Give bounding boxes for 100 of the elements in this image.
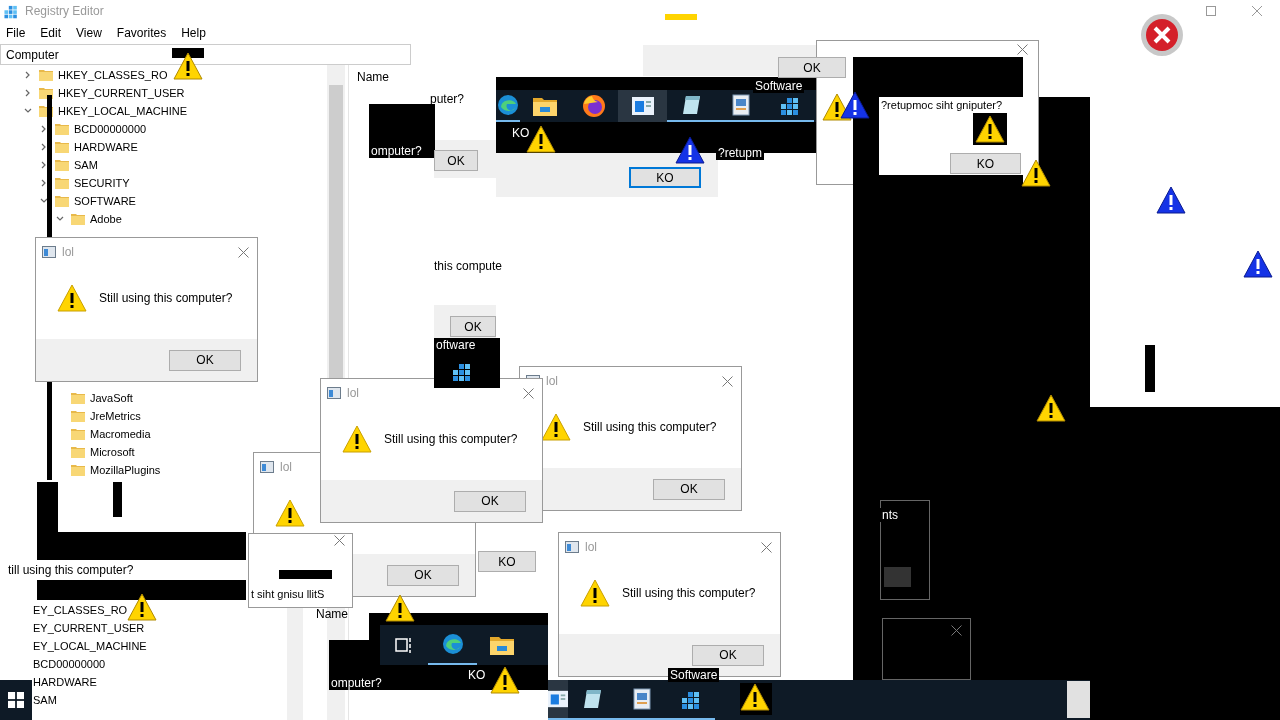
warning-icon: [580, 578, 610, 607]
chevron-right-icon[interactable]: [40, 143, 48, 151]
dialog-button[interactable]: OK: [450, 316, 496, 337]
tree-item[interactable]: Adobe: [0, 210, 122, 228]
text-fragment: till using this computer?: [8, 563, 134, 577]
warning-icon: [57, 283, 87, 312]
cubes-icon: [3, 3, 19, 19]
text-fragment: this compute: [434, 259, 503, 273]
folder-icon: [55, 177, 69, 189]
menu-item[interactable]: Help: [181, 26, 206, 40]
folder-icon: [55, 123, 69, 135]
tree-item[interactable]: BCD00000000: [33, 655, 106, 673]
close-icon[interactable]: [1017, 44, 1028, 55]
dialog-title: lol: [62, 245, 74, 259]
tree-item[interactable]: MozillaPlugins: [0, 461, 161, 479]
glitch-block: [172, 48, 204, 58]
menu-item[interactable]: File: [6, 26, 26, 40]
glitch-block: [665, 14, 697, 20]
taskbar-button[interactable]: [618, 90, 667, 122]
dialog-button[interactable]: OK: [454, 490, 526, 512]
dialog-button[interactable]: KO: [478, 551, 536, 572]
dialog-button[interactable]: OK: [653, 478, 725, 500]
folder-icon: [71, 410, 85, 422]
warning-icon: [541, 412, 571, 441]
tree-item[interactable]: JreMetrics: [0, 407, 141, 425]
dialog-message: t siht gnisu llitS: [251, 588, 325, 600]
scrollbar[interactable]: [287, 605, 303, 720]
dialog-message: ?retupmoc siht gniputer?: [881, 99, 1003, 111]
folder-icon: [55, 141, 69, 153]
chevron-right-icon[interactable]: [40, 125, 48, 133]
tree-item[interactable]: EY_LOCAL_MACHINE: [33, 637, 147, 655]
windows-logo-icon: [8, 692, 24, 708]
tree-item[interactable]: EY_CLASSES_RO: [33, 601, 128, 619]
window-icon: [548, 690, 568, 708]
close-icon[interactable]: [238, 246, 249, 258]
folder-icon: [71, 392, 85, 404]
task-view-icon: [394, 636, 414, 654]
tree-item[interactable]: EY_CURRENT_USER: [33, 619, 145, 637]
close-icon[interactable]: [523, 387, 534, 399]
tree-item[interactable]: HKEY_CLASSES_RO: [0, 66, 168, 84]
text-fragment: oftware: [434, 338, 500, 388]
folder-icon: [55, 159, 69, 171]
window-icon: [631, 97, 654, 115]
menu-item[interactable]: View: [76, 26, 102, 40]
window-title: Registry Editor: [25, 4, 104, 18]
app-window-icon: [565, 541, 579, 553]
menu-item[interactable]: Edit: [40, 26, 62, 40]
tree-item[interactable]: Macromedia: [0, 425, 151, 443]
error-icon: [1138, 13, 1186, 57]
tree-item[interactable]: HARDWARE: [33, 673, 97, 691]
dialog-button[interactable]: OK: [169, 349, 241, 371]
dialog-button[interactable]: OK: [387, 564, 459, 586]
dialog-title: lol: [585, 540, 597, 554]
maximize-icon: [1206, 6, 1216, 16]
tree-item[interactable]: Microsoft: [0, 443, 135, 461]
edge-icon: [441, 633, 464, 655]
tree-item[interactable]: SAM: [33, 691, 57, 709]
close-icon[interactable]: [951, 625, 962, 636]
text-fragment: nts: [880, 508, 900, 522]
warning-icon: [127, 592, 157, 622]
column-header[interactable]: Name: [357, 70, 389, 84]
column-header[interactable]: Name: [316, 607, 348, 621]
warning-icon: [1156, 185, 1186, 215]
dialog-button[interactable]: KO: [950, 153, 1021, 174]
close-icon[interactable]: [722, 375, 733, 387]
dialog-message: Still using this computer?: [384, 431, 518, 446]
close-icon: [1252, 6, 1262, 16]
text-fragment: KO: [466, 668, 488, 682]
folder-icon: [71, 464, 85, 476]
dialog-title: lol: [546, 374, 558, 388]
glitch-block: [1145, 345, 1155, 392]
address-field[interactable]: Computer: [0, 44, 411, 65]
document-icon: [631, 688, 652, 710]
warning-icon: [675, 135, 705, 165]
chevron-right-icon[interactable]: [40, 161, 48, 169]
notepad-icon: [680, 94, 703, 116]
notepad-icon: [581, 688, 604, 710]
warning-icon: [275, 498, 305, 527]
dialog-message: Still using this computer?: [99, 290, 233, 305]
folder-icon: [71, 446, 85, 458]
close-icon[interactable]: [334, 535, 345, 546]
scrollbar-thumb[interactable]: [1067, 681, 1090, 718]
text-fragment: puter?: [430, 92, 465, 106]
start-button[interactable]: [0, 680, 32, 720]
close-icon[interactable]: [761, 541, 772, 553]
dialog-button[interactable]: OK: [778, 57, 846, 78]
warning-icon: [1243, 249, 1273, 279]
chevron-right-icon[interactable]: [40, 179, 48, 187]
dialog-button[interactable]: OK: [434, 150, 478, 171]
taskbar-button[interactable]: [548, 680, 568, 720]
app-window-icon: [260, 461, 274, 473]
tree-item[interactable]: JavaSoft: [0, 389, 133, 407]
menu-item[interactable]: Favorites: [116, 26, 167, 40]
dialog-button[interactable]: OK: [692, 644, 764, 666]
dialog-message: Still using this computer?: [622, 585, 756, 600]
dialog-message: Still using this computer?: [583, 419, 717, 434]
text-fragment: ?retupm: [716, 146, 765, 160]
dialog-button[interactable]: KO: [629, 167, 701, 188]
warning-icon: [490, 665, 520, 695]
folder-icon: [55, 195, 69, 207]
